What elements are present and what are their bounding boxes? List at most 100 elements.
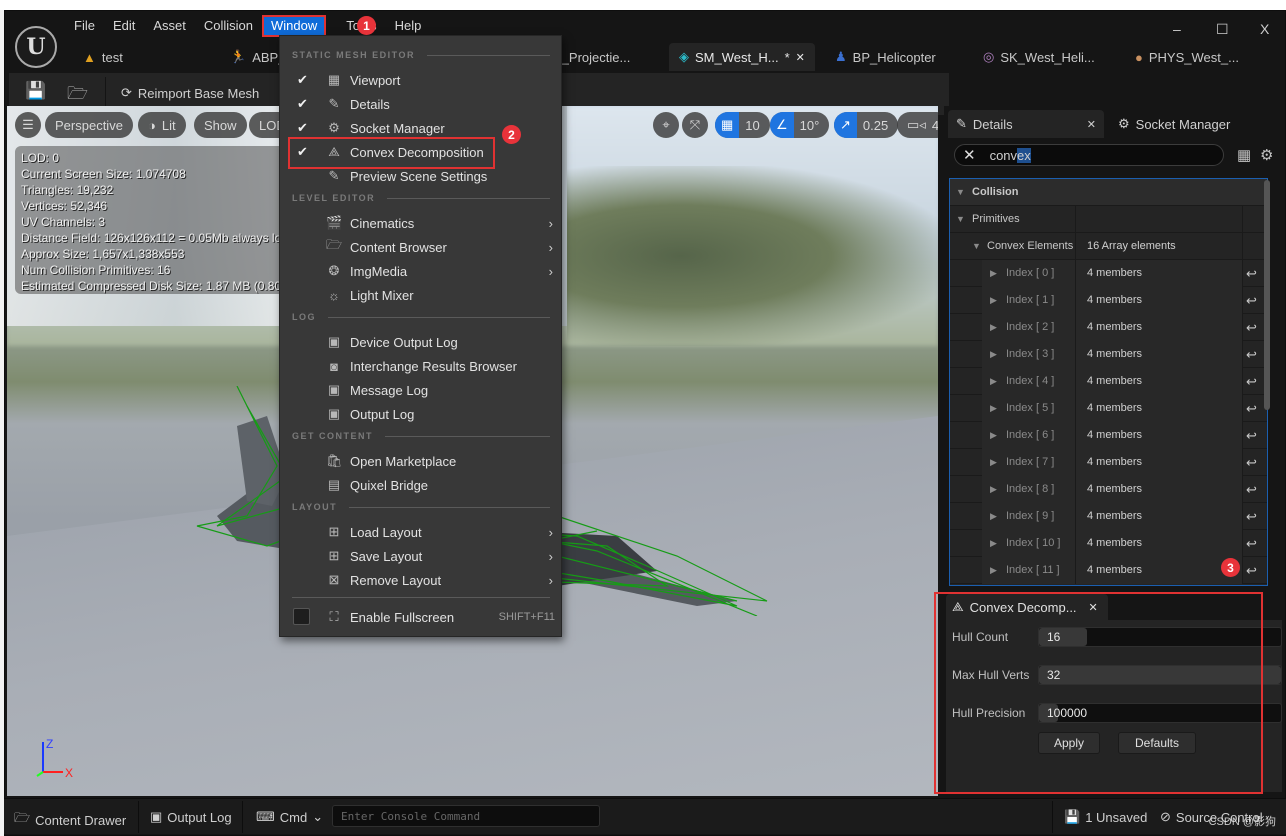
tab-phys-west[interactable]: ● PHYS_West_...: [1125, 43, 1249, 71]
menu-tools[interactable]: Tools: [326, 15, 385, 37]
close-tab-icon[interactable]: ✕: [1087, 118, 1096, 131]
menu-item-output-log[interactable]: ▣ Output Log: [280, 402, 563, 426]
cmd-dropdown[interactable]: ⌨ Cmd ⌄: [256, 809, 323, 825]
convex-index-row[interactable]: ▶ Index [ 1 ] 4 members ↩: [950, 287, 1267, 314]
menu-edit[interactable]: Edit: [104, 15, 144, 37]
convex-index-row[interactable]: ▶ Index [ 7 ] 4 members ↩: [950, 449, 1267, 476]
convex-index-row[interactable]: ▶ Index [ 6 ] 4 members ↩: [950, 422, 1267, 449]
menu-item-save-layout[interactable]: ⊞ Save Layout ›: [280, 544, 563, 568]
expand-arrow-icon[interactable]: ▶: [990, 511, 997, 522]
reset-to-default-icon[interactable]: ↩: [1246, 428, 1257, 444]
menu-item-remove-layout[interactable]: ⊠ Remove Layout ›: [280, 568, 563, 592]
tab-sk-west-heli[interactable]: ◎ SK_West_Heli...: [973, 43, 1105, 71]
rotation-snap-toggle[interactable]: ∠ 10°: [770, 112, 830, 138]
menu-item-content-browser[interactable]: 🗁 Content Browser ›: [280, 235, 563, 259]
convex-index-row[interactable]: ▶ Index [ 4 ] 4 members ↩: [950, 368, 1267, 395]
reset-to-default-icon[interactable]: ↩: [1246, 266, 1257, 282]
convex-index-row[interactable]: ▶ Index [ 11 ] 4 members ↩: [950, 557, 1267, 584]
hull-precision-slider[interactable]: 100000: [1038, 703, 1282, 723]
unreal-logo[interactable]: U: [15, 26, 57, 68]
menu-window[interactable]: Window: [262, 15, 327, 37]
reset-to-default-icon[interactable]: ↩: [1246, 320, 1257, 336]
clear-search-icon[interactable]: ✕: [963, 146, 976, 164]
tab-convex-decomposition[interactable]: ⟁ Convex Decomp... ✕: [946, 594, 1108, 620]
tab-sm-west-heli[interactable]: ◈ SM_West_H... * ✕: [669, 43, 815, 71]
menu-item-cinematics[interactable]: 🎬 Cinematics ›: [280, 211, 563, 235]
menu-item-imgmedia[interactable]: ❂ ImgMedia ›: [280, 259, 563, 283]
content-drawer-button[interactable]: 🗁 Content Drawer: [14, 809, 126, 831]
expand-arrow-icon[interactable]: ▶: [990, 538, 997, 549]
convex-index-row[interactable]: ▶ Index [ 10 ] 4 members ↩: [950, 530, 1267, 557]
reset-to-default-icon[interactable]: ↩: [1246, 374, 1257, 390]
convex-index-row[interactable]: ▶ Index [ 8 ] 4 members ↩: [950, 476, 1267, 503]
menu-item-enable-fullscreen[interactable]: ⛶ Enable Fullscreen SHIFT+F11: [280, 605, 563, 629]
category-collision[interactable]: ▼ Collision: [950, 179, 1267, 206]
reset-to-default-icon[interactable]: ↩: [1246, 509, 1257, 525]
reset-to-default-icon[interactable]: ↩: [1246, 401, 1257, 417]
max-hull-verts-slider[interactable]: 32: [1038, 665, 1282, 685]
world-local-icon[interactable]: ⌖: [653, 112, 679, 138]
viewport-options-button[interactable]: ☰: [15, 112, 41, 138]
convex-index-row[interactable]: ▶ Index [ 0 ] 4 members ↩: [950, 260, 1267, 287]
menu-item-viewport[interactable]: ✔ ▦ Viewport: [280, 68, 563, 92]
output-log-button[interactable]: ▣ Output Log: [150, 809, 232, 825]
perspective-button[interactable]: Perspective: [45, 112, 133, 138]
tab-bp-helicopter[interactable]: ♟ BP_Helicopter: [825, 43, 946, 71]
close-tab-icon[interactable]: ✕: [1089, 601, 1098, 614]
menu-item-interchange-results-browser[interactable]: ◙ Interchange Results Browser: [280, 354, 563, 378]
menu-item-message-log[interactable]: ▣ Message Log: [280, 378, 563, 402]
save-icon[interactable]: 💾: [25, 81, 46, 101]
details-search-input[interactable]: ✕ convex: [954, 144, 1224, 166]
hull-count-slider[interactable]: 16: [1038, 627, 1282, 647]
reset-to-default-icon[interactable]: ↩: [1246, 536, 1257, 552]
menu-asset[interactable]: Asset: [144, 15, 195, 37]
convex-index-row[interactable]: ▶ Index [ 9 ] 4 members ↩: [950, 503, 1267, 530]
reset-to-default-icon[interactable]: ↩: [1246, 482, 1257, 498]
expand-arrow-icon[interactable]: ▶: [990, 268, 997, 279]
menu-item-preview-scene-settings[interactable]: ✎ Preview Scene Settings: [280, 164, 563, 188]
defaults-button[interactable]: Defaults: [1118, 732, 1196, 754]
close-tab-icon[interactable]: ✕: [796, 51, 805, 64]
unsaved-button[interactable]: 💾 1 Unsaved: [1064, 809, 1147, 825]
tab-details[interactable]: ✎ Details ✕: [948, 110, 1104, 138]
menu-item-light-mixer[interactable]: ☼ Light Mixer: [280, 283, 563, 307]
convex-index-row[interactable]: ▶ Index [ 2 ] 4 members ↩: [950, 314, 1267, 341]
lit-button[interactable]: ◑ Lit: [138, 112, 186, 138]
menu-file[interactable]: File: [65, 15, 104, 37]
expand-arrow-icon[interactable]: ▶: [990, 322, 997, 333]
property-convex-elements[interactable]: ▼ Convex Elements 16 Array elements: [950, 233, 1267, 260]
menu-item-quixel-bridge[interactable]: ▤ Quixel Bridge: [280, 473, 563, 497]
maximize-button[interactable]: ☐: [1216, 21, 1229, 38]
settings-gear-icon[interactable]: ⚙: [1260, 146, 1273, 164]
details-scrollbar[interactable]: [1264, 180, 1270, 410]
menu-item-details[interactable]: ✔ ✎ Details: [280, 92, 563, 116]
expand-arrow-icon[interactable]: ▶: [990, 457, 997, 468]
tab-test[interactable]: ▲ test: [73, 43, 133, 71]
expand-arrow-icon[interactable]: ▶: [990, 565, 997, 576]
apply-button[interactable]: Apply: [1038, 732, 1100, 754]
table-view-icon[interactable]: ▦: [1237, 146, 1251, 164]
camera-speed-button[interactable]: ▭◃ 4: [897, 112, 938, 138]
expand-arrow-icon[interactable]: ▶: [990, 484, 997, 495]
menu-item-load-layout[interactable]: ⊞ Load Layout ›: [280, 520, 563, 544]
grid-snap-toggle[interactable]: ▦ 10: [715, 112, 770, 138]
close-window-button[interactable]: X: [1260, 21, 1269, 37]
convex-index-row[interactable]: ▶ Index [ 5 ] 4 members ↩: [950, 395, 1267, 422]
reset-to-default-icon[interactable]: ↩: [1246, 455, 1257, 471]
reimport-base-mesh-button[interactable]: ⟳ Reimport Base Mesh: [121, 85, 259, 101]
reset-to-default-icon[interactable]: ↩: [1246, 563, 1257, 579]
menu-collision[interactable]: Collision: [195, 15, 262, 37]
menu-item-open-marketplace[interactable]: 🛍 Open Marketplace: [280, 449, 563, 473]
fullscreen-checkbox[interactable]: [293, 608, 310, 625]
expand-arrow-icon[interactable]: ▶: [990, 349, 997, 360]
minimize-button[interactable]: –: [1173, 21, 1181, 37]
show-button[interactable]: Show: [194, 112, 247, 138]
surface-snap-icon[interactable]: ⤧: [682, 112, 708, 138]
reset-to-default-icon[interactable]: ↩: [1246, 293, 1257, 309]
menu-help[interactable]: Help: [386, 15, 431, 37]
expand-arrow-icon[interactable]: ▶: [990, 295, 997, 306]
expand-arrow-icon[interactable]: ▶: [990, 403, 997, 414]
expand-arrow-icon[interactable]: ▶: [990, 376, 997, 387]
property-primitives[interactable]: ▼ Primitives: [950, 206, 1267, 233]
expand-arrow-icon[interactable]: ▶: [990, 430, 997, 441]
